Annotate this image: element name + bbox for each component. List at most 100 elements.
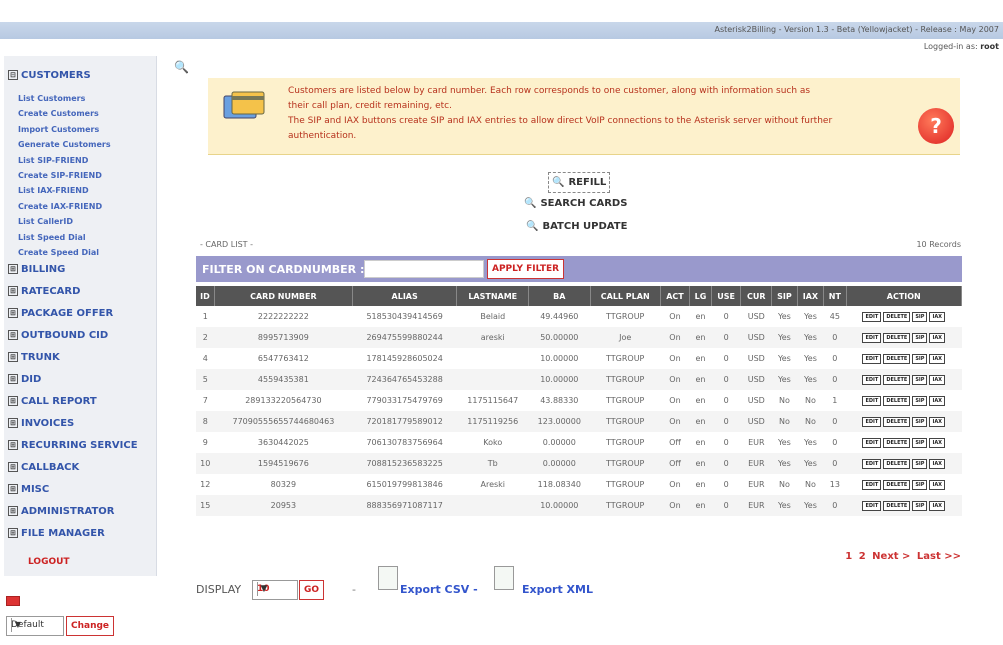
iax-button[interactable]: IAX (929, 417, 946, 427)
cardnumber-filter-input[interactable] (364, 260, 484, 278)
page-2-link[interactable]: 2 (859, 551, 866, 562)
table-cell: Yes (803, 438, 817, 447)
sidebar-section[interactable]: ⊞ MISC (8, 484, 49, 495)
sidebar-section[interactable]: ⊞ ADMINISTRATOR (8, 506, 115, 517)
delete-button[interactable]: DELETE (883, 396, 911, 406)
sidebar-link[interactable]: List SIP-FRIEND (18, 156, 88, 165)
change-language-button[interactable]: Change (66, 616, 115, 636)
table-cell: Koko (483, 438, 503, 447)
sidebar-section[interactable]: ⊞ PACKAGE OFFER (8, 308, 113, 319)
sidebar-link[interactable]: List CallerID (18, 217, 73, 226)
delete-button[interactable]: DELETE (883, 312, 911, 322)
edit-button[interactable]: EDIT (862, 375, 882, 385)
sip-button[interactable]: SIP (912, 312, 928, 322)
sidebar-section-label: CALLBACK (21, 462, 80, 473)
language-flag-icon[interactable] (6, 596, 20, 606)
table-cell: Yes (777, 354, 791, 363)
sidebar-section[interactable]: ⊞ FILE MANAGER (8, 528, 105, 539)
iax-button[interactable]: IAX (929, 396, 946, 406)
language-select[interactable]: Default ▼ (6, 616, 64, 636)
sidebar-link[interactable]: List Customers (18, 94, 85, 103)
delete-button[interactable]: DELETE (883, 417, 911, 427)
iax-button[interactable]: IAX (929, 459, 946, 469)
iax-button[interactable]: IAX (929, 375, 946, 385)
sidebar-section[interactable]: ⊞ RECURRING SERVICE (8, 440, 138, 451)
sidebar-section-customers[interactable]: ⊟ CUSTOMERS (8, 70, 91, 81)
display-count-select[interactable]: 10 ▼ (252, 580, 298, 600)
display-label: DISPLAY (196, 583, 242, 596)
edit-button[interactable]: EDIT (862, 312, 882, 322)
chevron-down-icon: ▼ (257, 582, 270, 596)
iax-button[interactable]: IAX (929, 501, 946, 511)
edit-button[interactable]: EDIT (862, 396, 882, 406)
page-1-link[interactable]: 1 (845, 551, 852, 562)
refill-link[interactable]: 🔍 REFILL (548, 172, 611, 193)
table-cell: USD (747, 312, 765, 321)
table-cell (456, 495, 529, 516)
logout-link[interactable]: LOGOUT (28, 557, 70, 567)
sidebar-section[interactable]: ⊞ DID (8, 374, 41, 385)
sip-button[interactable]: SIP (912, 333, 928, 343)
edit-button[interactable]: EDIT (862, 438, 882, 448)
sip-button[interactable]: SIP (912, 354, 928, 364)
apply-filter-button[interactable]: APPLY FILTER (487, 259, 565, 279)
iax-button[interactable]: IAX (929, 333, 946, 343)
sidebar-section[interactable]: ⊞ BILLING (8, 264, 65, 275)
next-page-link[interactable]: Next > (872, 551, 910, 562)
sip-button[interactable]: SIP (912, 438, 928, 448)
search-icon[interactable]: 🔍 (174, 60, 189, 74)
sidebar-section[interactable]: ⊞ RATECARD (8, 286, 80, 297)
table-cell: 0 (723, 354, 729, 363)
sidebar-section[interactable]: ⊞ CALL REPORT (8, 396, 97, 407)
sip-button[interactable]: SIP (912, 501, 928, 511)
sip-button[interactable]: SIP (912, 480, 928, 490)
sip-button[interactable]: SIP (912, 375, 928, 385)
delete-button[interactable]: DELETE (883, 438, 911, 448)
iax-button[interactable]: IAX (929, 480, 946, 490)
sidebar-link[interactable]: Create Speed Dial (18, 248, 99, 257)
edit-button[interactable]: EDIT (862, 417, 882, 427)
edit-button[interactable]: EDIT (862, 459, 882, 469)
sidebar-link[interactable]: List Speed Dial (18, 233, 86, 242)
table-cell: 0 (711, 327, 741, 348)
go-button[interactable]: GO (299, 580, 325, 600)
edit-button[interactable]: EDIT (862, 333, 882, 343)
edit-button[interactable]: EDIT (862, 501, 882, 511)
magnifier-icon: 🔍 (524, 198, 537, 209)
edit-button[interactable]: EDIT (862, 480, 882, 490)
sidebar-link[interactable]: List IAX-FRIEND (18, 186, 89, 195)
sidebar-link[interactable]: Create IAX-FRIEND (18, 202, 102, 211)
search-cards-link[interactable]: 🔍 SEARCH CARDS (524, 198, 627, 209)
delete-button[interactable]: DELETE (883, 354, 911, 364)
export-csv-link[interactable]: Export CSV - (400, 583, 478, 596)
sidebar-link[interactable]: Import Customers (18, 125, 99, 134)
sidebar-section[interactable]: ⊞ INVOICES (8, 418, 74, 429)
help-icon[interactable]: ? (918, 108, 954, 144)
delete-button[interactable]: DELETE (883, 480, 911, 490)
sidebar-section[interactable]: ⊞ OUTBOUND CID (8, 330, 108, 341)
sip-button[interactable]: SIP (912, 396, 928, 406)
sip-button[interactable]: SIP (912, 417, 928, 427)
iax-button[interactable]: IAX (929, 312, 946, 322)
sidebar-section[interactable]: ⊞ CALLBACK (8, 462, 79, 473)
table-cell: TTGROUP (606, 480, 645, 489)
iax-button[interactable]: IAX (929, 438, 946, 448)
export-xml-link[interactable]: Export XML (522, 583, 593, 596)
delete-button[interactable]: DELETE (883, 459, 911, 469)
delete-button[interactable]: DELETE (883, 501, 911, 511)
delete-button[interactable]: DELETE (883, 375, 911, 385)
sidebar-link[interactable]: Create Customers (18, 109, 99, 118)
column-header: NT (823, 286, 847, 306)
sidebar-link[interactable]: Create SIP-FRIEND (18, 171, 102, 180)
table-cell: 0.00000 (542, 438, 576, 447)
table-cell: Yes (777, 438, 791, 447)
sidebar-link[interactable]: Generate Customers (18, 140, 111, 149)
sidebar-section[interactable]: ⊞ TRUNK (8, 352, 60, 363)
edit-button[interactable]: EDIT (862, 354, 882, 364)
iax-button[interactable]: IAX (929, 354, 946, 364)
table-cell: USD (747, 354, 765, 363)
batch-update-link[interactable]: 🔍 BATCH UPDATE (526, 221, 627, 232)
sip-button[interactable]: SIP (912, 459, 928, 469)
last-page-link[interactable]: Last >> (917, 551, 961, 562)
delete-button[interactable]: DELETE (883, 333, 911, 343)
